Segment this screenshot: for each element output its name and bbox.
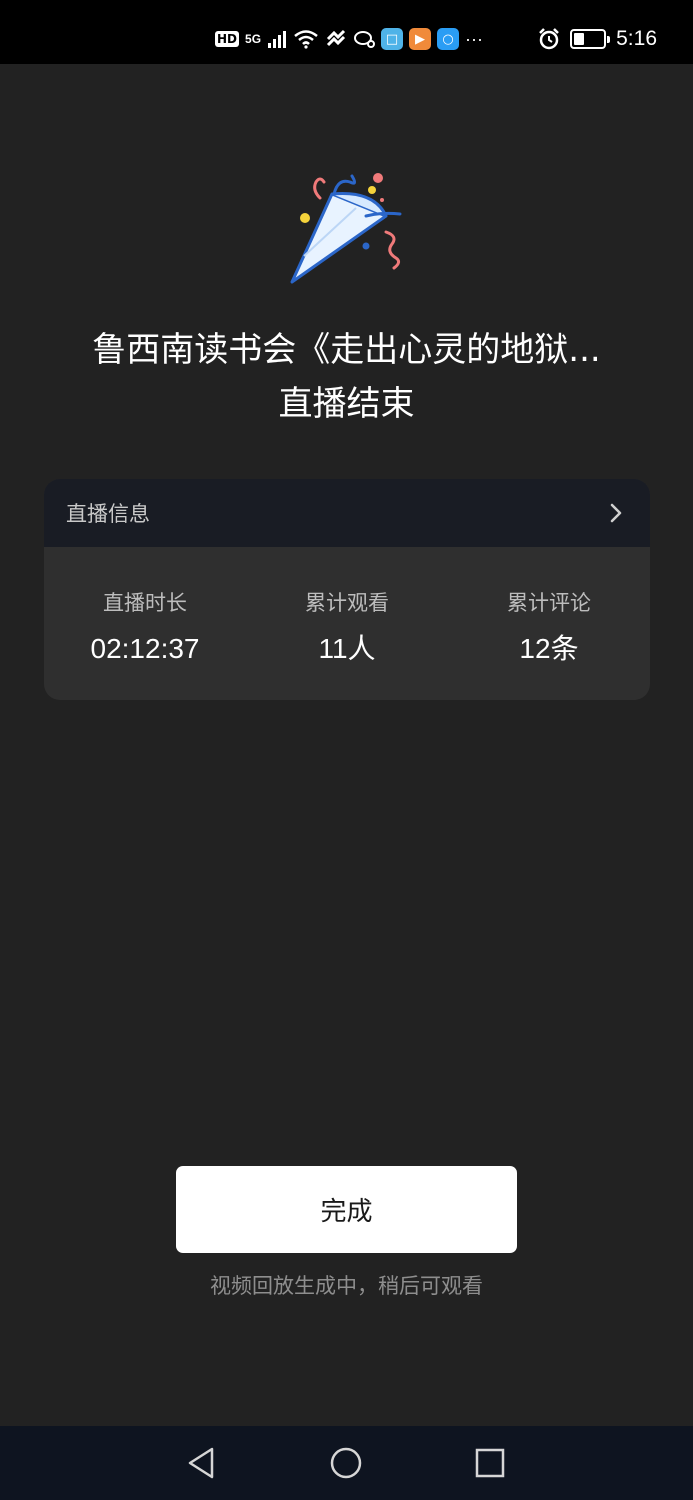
stat-viewers: 累计观看 11人 (246, 547, 448, 700)
signal-label: 5G (245, 32, 262, 46)
stat-label: 累计观看 (305, 591, 389, 615)
alarm-icon (539, 28, 560, 50)
hd-badge: HD (215, 31, 240, 47)
stat-label: 累计评论 (507, 591, 591, 615)
search-app-icon: ○ (437, 28, 460, 50)
video-app-icon: ▶ (409, 28, 432, 50)
live-info-header[interactable]: 直播信息 (44, 479, 650, 547)
clock: 5:16 (616, 27, 657, 50)
status-icons-left: HD 5G □ ▶ ○ ··· (215, 22, 483, 56)
live-ended-label: 直播结束 (278, 384, 415, 424)
status-icons-right: 5:16 (538, 22, 657, 56)
stat-value: 11人 (318, 633, 376, 664)
chat-icon (354, 31, 376, 48)
signal-icon (268, 31, 287, 48)
status-bar: HD 5G □ ▶ ○ ··· 5:16 (0, 0, 693, 64)
live-info-title: 直播信息 (66, 502, 150, 526)
live-stats: 直播时长 02:12:37 累计观看 11人 累计评论 12条 (44, 547, 650, 700)
party-popper-icon (290, 173, 402, 284)
stat-label: 直播时长 (103, 591, 187, 615)
battery-icon (570, 29, 611, 49)
stat-duration: 直播时长 02:12:37 (44, 547, 246, 700)
back-triangle-icon[interactable] (184, 1445, 220, 1481)
stat-value: 02:12:37 (90, 633, 200, 664)
chevron-right-icon[interactable] (608, 502, 624, 524)
stat-value: 12条 (519, 633, 579, 664)
live-title: 鲁西南读书会《走出心灵的地狱... (92, 330, 601, 370)
recents-square-icon[interactable] (472, 1445, 508, 1481)
replay-hint: 视频回放生成中，稍后可观看 (210, 1274, 483, 1298)
live-info-card: 直播信息 直播时长 02:12:37 累计观看 11人 累计评论 12条 (44, 479, 650, 700)
done-button[interactable]: 完成 (176, 1166, 517, 1253)
stat-comments: 累计评论 12条 (448, 547, 650, 700)
link-icon (326, 29, 346, 47)
home-circle-icon[interactable] (328, 1445, 364, 1481)
system-nav-bar (0, 1426, 693, 1500)
live-end-screen: 鲁西南读书会《走出心灵的地狱... 直播结束 直播信息 直播时长 02:12:3… (0, 64, 693, 1426)
more-notifications: ··· (465, 28, 484, 49)
reader-app-icon: □ (381, 28, 404, 50)
wifi-icon (294, 30, 318, 49)
